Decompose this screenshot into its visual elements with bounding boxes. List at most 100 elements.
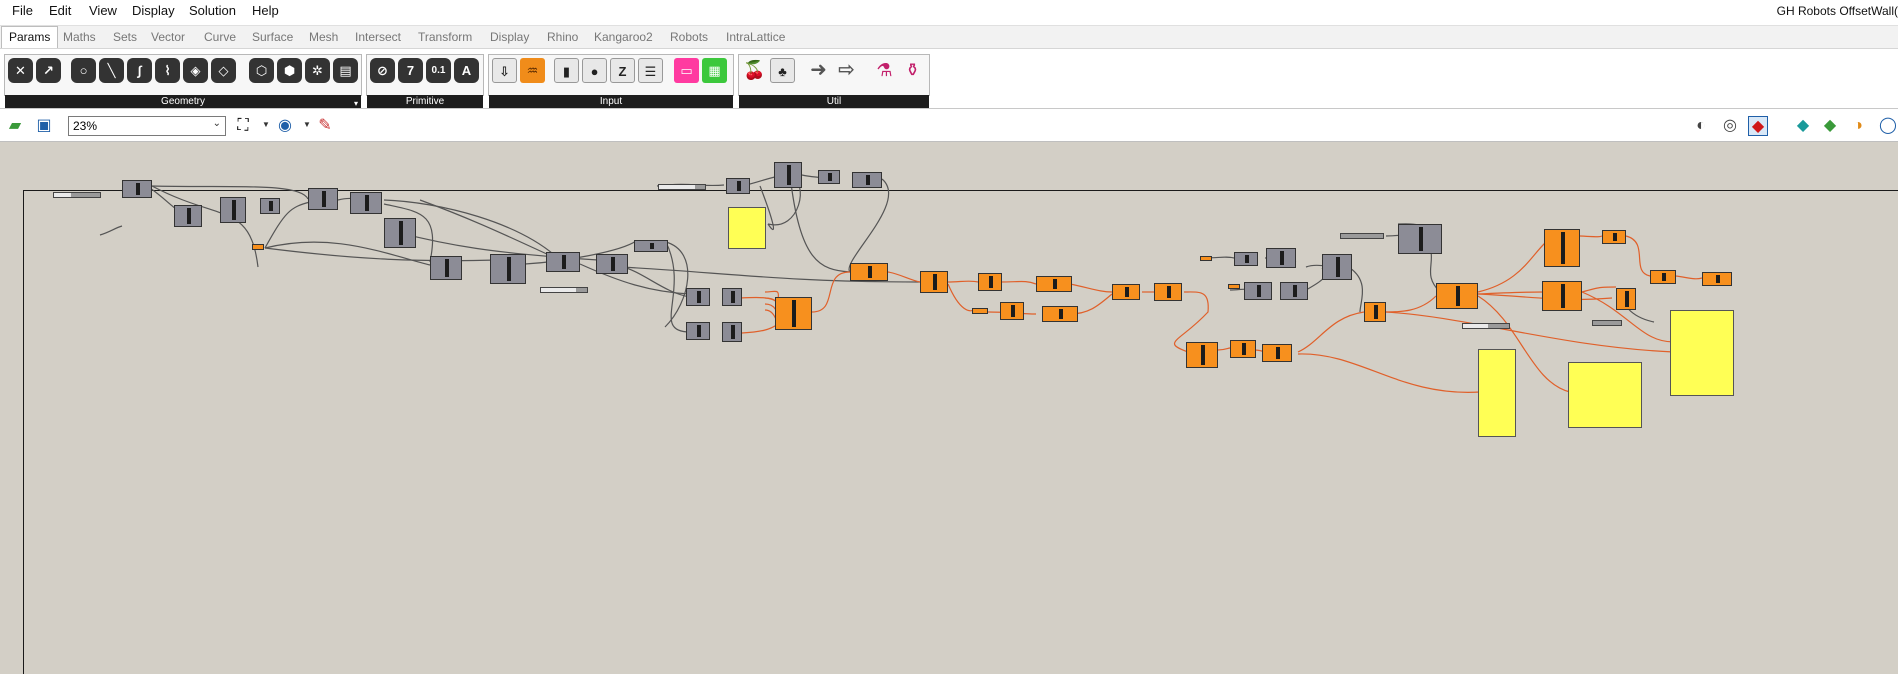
integer-param-icon[interactable]: 7: [398, 58, 423, 83]
component[interactable]: [1280, 282, 1308, 300]
expand-arrow-icon[interactable]: ▾: [354, 99, 358, 108]
gradient-icon[interactable]: ♒: [520, 58, 545, 83]
component[interactable]: [722, 288, 742, 306]
component[interactable]: [1542, 281, 1582, 311]
number-slider[interactable]: [1592, 320, 1622, 326]
tree-icon[interactable]: ♣: [770, 58, 795, 83]
flask-icon[interactable]: ⚱: [900, 58, 925, 83]
tab-vector[interactable]: Vector: [151, 30, 185, 44]
line-param-icon[interactable]: ╲: [99, 58, 124, 83]
number-slider[interactable]: [540, 287, 588, 293]
component[interactable]: [852, 172, 882, 188]
import-icon[interactable]: ⇩: [492, 58, 517, 83]
panel[interactable]: [1670, 310, 1734, 396]
sketch-pen-icon[interactable]: ✎: [315, 116, 335, 136]
zoom-extents-icon[interactable]: ⛶: [233, 116, 253, 136]
panel[interactable]: [1478, 349, 1516, 437]
save-file-icon[interactable]: ▣: [34, 116, 54, 136]
menu-view[interactable]: View: [89, 3, 117, 18]
digit-scroller-icon[interactable]: Z: [610, 58, 635, 83]
surface-param-icon[interactable]: ◈: [183, 58, 208, 83]
parameter[interactable]: [972, 308, 988, 314]
data-dam-icon[interactable]: ⚗: [872, 58, 897, 83]
tab-curve[interactable]: Curve: [204, 30, 236, 44]
preview-shaded-icon[interactable]: ◎: [1720, 116, 1740, 136]
tab-surface[interactable]: Surface: [252, 30, 293, 44]
menu-edit[interactable]: Edit: [49, 3, 71, 18]
component[interactable]: [1364, 302, 1386, 322]
mesh-param-icon[interactable]: ⬡: [249, 58, 274, 83]
parameter[interactable]: [1200, 256, 1212, 261]
component[interactable]: [774, 162, 802, 188]
menu-display[interactable]: Display: [132, 3, 175, 18]
menu-help[interactable]: Help: [252, 3, 279, 18]
component[interactable]: [1234, 252, 1258, 266]
mesh-quality-icon[interactable]: ◆: [1820, 116, 1840, 136]
parameter[interactable]: [252, 244, 264, 250]
component[interactable]: [1650, 270, 1676, 284]
tab-sets[interactable]: Sets: [113, 30, 137, 44]
component[interactable]: [1262, 344, 1292, 362]
component[interactable]: [850, 263, 888, 281]
panel[interactable]: [728, 207, 766, 249]
number-slider[interactable]: [1340, 233, 1384, 239]
number-slider[interactable]: [1462, 323, 1510, 329]
component[interactable]: [722, 322, 742, 342]
circle-param-icon[interactable]: ○: [71, 58, 96, 83]
menu-solution[interactable]: Solution: [189, 3, 236, 18]
component[interactable]: [430, 256, 462, 280]
component[interactable]: [686, 288, 710, 306]
component[interactable]: [220, 197, 246, 223]
geometry-cache-icon[interactable]: ✲: [305, 58, 330, 83]
component[interactable]: [634, 240, 668, 252]
sphere-icon[interactable]: ◯: [1878, 116, 1898, 136]
component[interactable]: [596, 254, 628, 274]
number-param-icon[interactable]: 0.1: [426, 58, 451, 83]
component[interactable]: [1154, 283, 1182, 301]
tab-rhino[interactable]: Rhino: [547, 30, 578, 44]
component[interactable]: [1616, 288, 1636, 310]
toggle-icon[interactable]: ▮: [554, 58, 579, 83]
tab-intralattice[interactable]: IntraLattice: [726, 30, 785, 44]
zoom-select[interactable]: 23% ⌄: [68, 116, 226, 136]
vector-param-icon[interactable]: ↗: [36, 58, 61, 83]
component[interactable]: [1266, 248, 1296, 268]
parameter[interactable]: [1228, 284, 1240, 289]
cherry-picker-icon[interactable]: 🍒: [742, 58, 767, 83]
component[interactable]: [1230, 340, 1256, 358]
open-file-icon[interactable]: ▰: [5, 116, 25, 136]
geometry-pipeline-icon[interactable]: ▤: [333, 58, 358, 83]
material-icon[interactable]: ◑: [1848, 116, 1868, 136]
component[interactable]: [686, 322, 710, 340]
component[interactable]: [1042, 306, 1078, 322]
component[interactable]: [1186, 342, 1218, 368]
polyline-param-icon[interactable]: ⌇: [155, 58, 180, 83]
tab-maths[interactable]: Maths: [63, 30, 96, 44]
component[interactable]: [1036, 276, 1072, 292]
data-input-icon[interactable]: ➜: [806, 58, 831, 83]
menu-file[interactable]: File: [12, 3, 33, 18]
component[interactable]: [1398, 224, 1442, 254]
component[interactable]: [775, 297, 812, 330]
component[interactable]: [350, 192, 382, 214]
tab-display[interactable]: Display: [490, 30, 529, 44]
component[interactable]: [1436, 283, 1478, 309]
grasshopper-canvas[interactable]: [0, 142, 1898, 674]
component[interactable]: [384, 218, 416, 248]
tab-intersect[interactable]: Intersect: [355, 30, 401, 44]
data-output-icon[interactable]: ⇨: [834, 58, 859, 83]
number-slider[interactable]: [53, 192, 101, 198]
component[interactable]: [490, 254, 526, 284]
tab-params[interactable]: Params: [1, 26, 59, 48]
curve-param-icon[interactable]: ∫: [127, 58, 152, 83]
component[interactable]: [546, 252, 580, 272]
component[interactable]: [1702, 272, 1732, 286]
tab-kangaroo2[interactable]: Kangaroo2: [594, 30, 653, 44]
colour-swatch-icon[interactable]: ▭: [674, 58, 699, 83]
component[interactable]: [1000, 302, 1024, 320]
component[interactable]: [920, 271, 948, 293]
value-list-icon[interactable]: ☰: [638, 58, 663, 83]
component[interactable]: [978, 273, 1002, 291]
component[interactable]: [308, 188, 338, 210]
tab-transform[interactable]: Transform: [418, 30, 472, 44]
